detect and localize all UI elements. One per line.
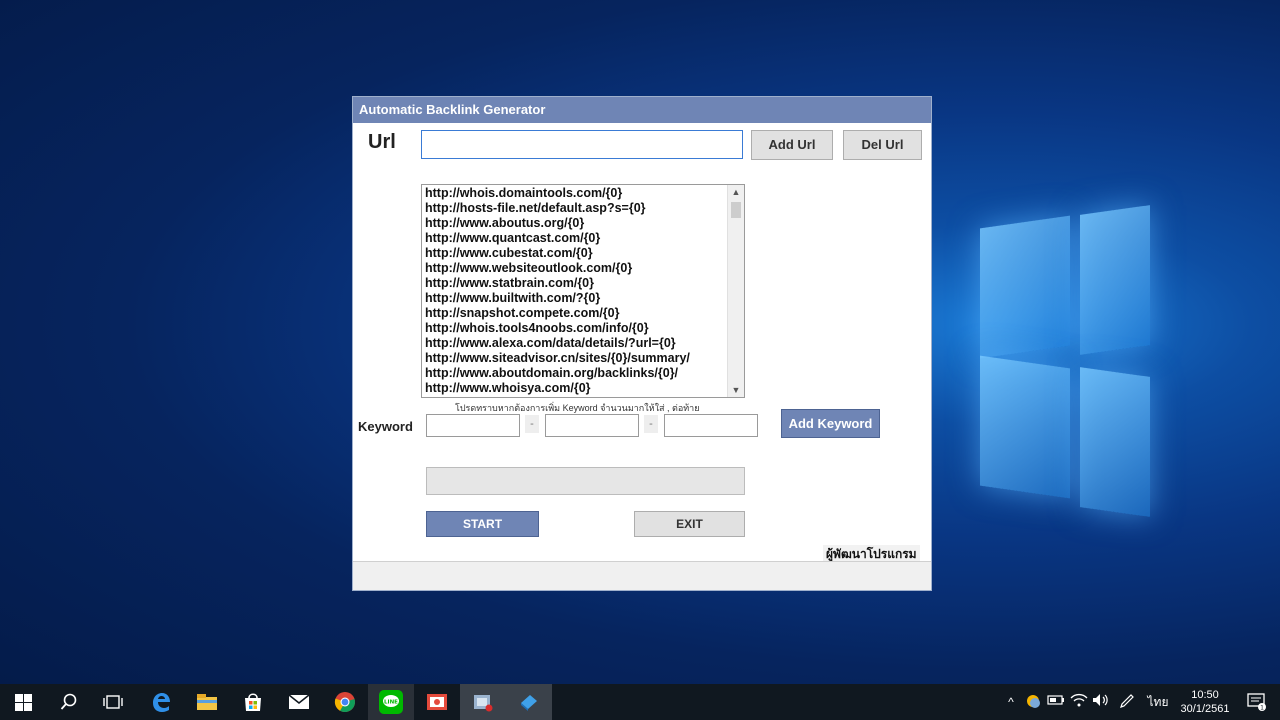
keyword-input-2[interactable] bbox=[545, 414, 639, 437]
keyword-input-1[interactable] bbox=[426, 414, 520, 437]
scroll-thumb[interactable] bbox=[731, 202, 741, 218]
list-item[interactable]: http://hosts-file.net/default.asp?s={0} bbox=[425, 201, 726, 216]
list-item[interactable]: http://whois.tools4noobs.com/info/{0} bbox=[425, 321, 726, 336]
list-item[interactable]: http://www.aboutus.org/{0} bbox=[425, 216, 726, 231]
search-icon[interactable] bbox=[46, 684, 92, 720]
window-title[interactable]: Automatic Backlink Generator bbox=[353, 97, 931, 123]
list-item[interactable]: http://whois.domaintools.com/{0} bbox=[425, 186, 726, 201]
url-label: Url bbox=[368, 131, 396, 153]
mail-icon[interactable] bbox=[276, 684, 322, 720]
list-item[interactable]: http://www.statbrain.com/{0} bbox=[425, 276, 726, 291]
app-window: Automatic Backlink Generator Url Add Url… bbox=[352, 96, 932, 591]
list-item[interactable]: http://www.quantcast.com/{0} bbox=[425, 231, 726, 246]
keyword-hint: โปรดทราบหากต้องการเพิ่ม Keyword จำนวนมาก… bbox=[455, 403, 700, 413]
pen-ink-icon[interactable] bbox=[1118, 693, 1136, 711]
list-item[interactable]: http://www.alexa.com/data/details/?url={… bbox=[425, 336, 726, 351]
svg-text:1: 1 bbox=[1260, 705, 1264, 712]
list-item[interactable]: http://snapshot.compete.com/{0} bbox=[425, 306, 726, 321]
task-view-icon[interactable] bbox=[90, 684, 136, 720]
edge-browser-icon[interactable] bbox=[138, 684, 184, 720]
url-list: http://whois.domaintools.com/{0} http://h… bbox=[425, 186, 726, 396]
list-item[interactable]: http://www.builtwith.com/?{0} bbox=[425, 291, 726, 306]
svg-text:LINE: LINE bbox=[384, 700, 398, 706]
add-url-button[interactable]: Add Url bbox=[751, 130, 833, 160]
keyword-label: Keyword bbox=[358, 419, 413, 434]
progress-bar bbox=[426, 467, 745, 495]
scroll-down-icon[interactable]: ▼ bbox=[728, 383, 744, 397]
notifications-icon[interactable]: 1 bbox=[1246, 693, 1268, 712]
photos-app-icon[interactable] bbox=[414, 684, 460, 720]
list-item[interactable]: http://www.whoisya.com/{0} bbox=[425, 381, 726, 396]
windows-logo-wallpaper bbox=[930, 205, 1170, 517]
chrome-icon[interactable] bbox=[322, 684, 368, 720]
list-item[interactable]: http://www.aboutdomain.org/backlinks/{0}… bbox=[425, 366, 726, 381]
volume-icon[interactable] bbox=[1092, 693, 1110, 711]
start-button[interactable]: START bbox=[426, 511, 539, 537]
windows-start-icon[interactable] bbox=[0, 684, 46, 720]
file-explorer-icon[interactable] bbox=[184, 684, 230, 720]
taskbar-clock[interactable]: 10:50 30/1/2561 bbox=[1174, 688, 1236, 716]
chevron-up-icon[interactable]: ^ bbox=[1002, 693, 1020, 711]
add-keyword-button[interactable]: Add Keyword bbox=[781, 409, 880, 438]
input-language[interactable]: ไทย bbox=[1145, 693, 1171, 711]
backlink-app-icon[interactable] bbox=[506, 684, 552, 720]
list-item[interactable]: http://www.siteadvisor.cn/sites/{0}/summ… bbox=[425, 351, 726, 366]
taskbar: LINE ^ ไทย 10:50 30/1/2561 1 bbox=[0, 684, 1280, 720]
visual-studio-icon[interactable] bbox=[460, 684, 506, 720]
weather-icon[interactable] bbox=[1024, 693, 1042, 711]
url-input[interactable] bbox=[421, 130, 743, 159]
scroll-up-icon[interactable]: ▲ bbox=[728, 185, 744, 199]
status-strip bbox=[353, 561, 931, 590]
line-app-icon[interactable]: LINE bbox=[368, 684, 414, 720]
list-scrollbar[interactable]: ▲ ▼ bbox=[727, 185, 744, 397]
list-item[interactable]: http://www.websiteoutlook.com/{0} bbox=[425, 261, 726, 276]
keyword-input-3[interactable] bbox=[664, 414, 758, 437]
url-listbox[interactable]: http://whois.domaintools.com/{0} http://h… bbox=[421, 184, 745, 398]
keyword-separator: - bbox=[525, 415, 539, 433]
clock-date: 30/1/2561 bbox=[1180, 703, 1230, 715]
battery-icon[interactable] bbox=[1047, 693, 1065, 711]
list-item[interactable]: http://www.cubestat.com/{0} bbox=[425, 246, 726, 261]
clock-time: 10:50 bbox=[1191, 689, 1219, 701]
keyword-separator: - bbox=[644, 415, 658, 433]
store-icon[interactable] bbox=[230, 684, 276, 720]
exit-button[interactable]: EXIT bbox=[634, 511, 745, 537]
wifi-icon[interactable] bbox=[1070, 693, 1088, 711]
del-url-button[interactable]: Del Url bbox=[843, 130, 922, 160]
